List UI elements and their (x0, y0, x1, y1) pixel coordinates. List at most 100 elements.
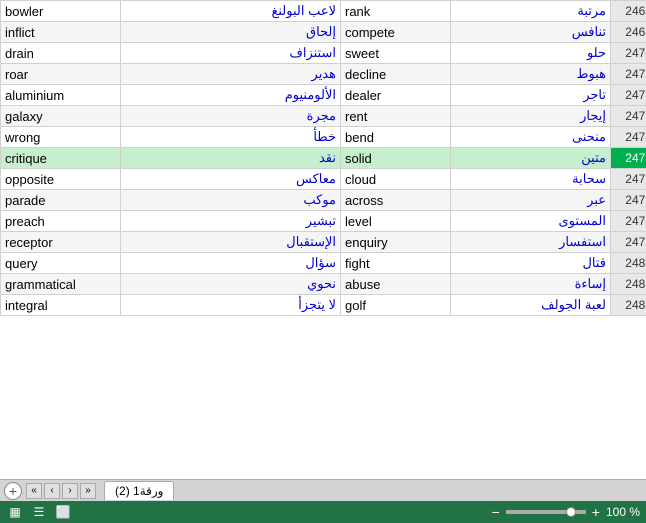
arabic-translation-2[interactable]: منحنى (451, 127, 611, 148)
english-word-2[interactable]: cloud (341, 169, 451, 190)
arabic-translation[interactable]: معاكس (121, 169, 341, 190)
nav-left-left-arrow[interactable]: « (26, 483, 42, 499)
zoom-slider-thumb[interactable] (566, 507, 576, 517)
arabic-translation[interactable]: نحوي (121, 274, 341, 295)
row-number: 2468 (611, 1, 646, 22)
arabic-translation[interactable]: موكب (121, 190, 341, 211)
table-row: wrongخطأًbendمنحنى2474 (1, 127, 646, 148)
arabic-translation-2[interactable]: المستوى (451, 211, 611, 232)
row-number: 2478 (611, 211, 646, 232)
arabic-translation-2[interactable]: مرتبة (451, 1, 611, 22)
row-number: 2475 (611, 148, 646, 169)
arabic-translation[interactable]: إلحاق (121, 22, 341, 43)
english-word-2[interactable]: rent (341, 106, 451, 127)
arabic-translation[interactable]: لا يتجزأ (121, 295, 341, 316)
english-word[interactable]: drain (1, 43, 121, 64)
arabic-translation-2[interactable]: سحابة (451, 169, 611, 190)
arabic-translation-2[interactable]: استفسار (451, 232, 611, 253)
zoom-in-button[interactable]: + (590, 504, 602, 520)
table-row: preachتبشيرlevelالمستوى2478 (1, 211, 646, 232)
arabic-translation-2[interactable]: حلو (451, 43, 611, 64)
english-word-2[interactable]: sweet (341, 43, 451, 64)
english-word[interactable]: critique (1, 148, 121, 169)
english-word-2[interactable]: level (341, 211, 451, 232)
arabic-translation[interactable]: سؤال (121, 253, 341, 274)
english-word[interactable]: galaxy (1, 106, 121, 127)
row-number: 2471 (611, 64, 646, 85)
table-row: critiqueنقدsolidمتين2475 (1, 148, 646, 169)
arabic-translation[interactable]: الألومنيوم (121, 85, 341, 106)
english-word[interactable]: integral (1, 295, 121, 316)
english-word-2[interactable]: rank (341, 1, 451, 22)
row-number: 2472 (611, 85, 646, 106)
zoom-out-button[interactable]: − (490, 504, 502, 520)
english-word[interactable]: roar (1, 64, 121, 85)
english-word-2[interactable]: fight (341, 253, 451, 274)
row-number: 2473 (611, 106, 646, 127)
english-word[interactable]: grammatical (1, 274, 121, 295)
english-word[interactable]: parade (1, 190, 121, 211)
sheet-tab[interactable]: ورقة1 (2) (104, 481, 174, 500)
english-word-2[interactable]: dealer (341, 85, 451, 106)
arabic-translation-2[interactable]: عبر (451, 190, 611, 211)
table-row: paradeموكبacrossعبر2477 (1, 190, 646, 211)
english-word[interactable]: aluminium (1, 85, 121, 106)
sheet-tab-bar: + « ‹ › » ورقة1 (2) (0, 479, 646, 501)
spreadsheet-table: bowlerلاعب البولنغrankمرتبة2468inflictإل… (0, 0, 646, 479)
row-number: 2474 (611, 127, 646, 148)
arabic-translation-2[interactable]: إساءة (451, 274, 611, 295)
arabic-translation[interactable]: تبشير (121, 211, 341, 232)
english-word[interactable]: receptor (1, 232, 121, 253)
table-row: queryسؤالfightقتال2480 (1, 253, 646, 274)
nav-right-right-arrow[interactable]: » (80, 483, 96, 499)
table-row: grammaticalنحويabuseإساءة2481 (1, 274, 646, 295)
nav-left-arrow[interactable]: ‹ (44, 483, 60, 499)
table-icon[interactable]: ☰ (30, 503, 48, 521)
row-number: 2477 (611, 190, 646, 211)
row-number: 2469 (611, 22, 646, 43)
arabic-translation[interactable]: مجرة (121, 106, 341, 127)
status-icons: ▦ ☰ ⬜ (6, 503, 72, 521)
row-number: 2480 (611, 253, 646, 274)
english-word[interactable]: query (1, 253, 121, 274)
english-word-2[interactable]: golf (341, 295, 451, 316)
arabic-translation[interactable]: نقد (121, 148, 341, 169)
english-word-2[interactable]: solid (341, 148, 451, 169)
arabic-translation[interactable]: هدير (121, 64, 341, 85)
arabic-translation-2[interactable]: هبوط (451, 64, 611, 85)
english-word[interactable]: bowler (1, 1, 121, 22)
row-number: 2470 (611, 43, 646, 64)
arabic-translation[interactable]: لاعب البولنغ (121, 1, 341, 22)
english-word[interactable]: inflict (1, 22, 121, 43)
nav-right-arrow[interactable]: › (62, 483, 78, 499)
zoom-bar: − + 100 % (490, 504, 640, 520)
table-row: integralلا يتجزأgolfلعبة الجولف2482 (1, 295, 646, 316)
english-word[interactable]: wrong (1, 127, 121, 148)
english-word-2[interactable]: across (341, 190, 451, 211)
arabic-translation[interactable]: خطأً (121, 127, 341, 148)
arabic-translation-2[interactable]: تنافس (451, 22, 611, 43)
page-icon[interactable]: ⬜ (54, 503, 72, 521)
arabic-translation[interactable]: الإستقبال (121, 232, 341, 253)
table-row: bowlerلاعب البولنغrankمرتبة2468 (1, 1, 646, 22)
grid-icon[interactable]: ▦ (6, 503, 24, 521)
english-word[interactable]: preach (1, 211, 121, 232)
english-word-2[interactable]: decline (341, 64, 451, 85)
arabic-translation-2[interactable]: متين (451, 148, 611, 169)
table-row: receptorالإستقبالenquiryاستفسار2479 (1, 232, 646, 253)
english-word-2[interactable]: bend (341, 127, 451, 148)
english-word[interactable]: opposite (1, 169, 121, 190)
english-word-2[interactable]: abuse (341, 274, 451, 295)
english-word-2[interactable]: compete (341, 22, 451, 43)
table-row: galaxyمجرةrentإيجار2473 (1, 106, 646, 127)
arabic-translation-2[interactable]: لعبة الجولف (451, 295, 611, 316)
add-sheet-button[interactable]: + (4, 482, 22, 500)
row-number: 2476 (611, 169, 646, 190)
arabic-translation-2[interactable]: إيجار (451, 106, 611, 127)
zoom-slider[interactable] (506, 510, 586, 514)
english-word-2[interactable]: enquiry (341, 232, 451, 253)
arabic-translation-2[interactable]: تاجر (451, 85, 611, 106)
arabic-translation[interactable]: استنزاف (121, 43, 341, 64)
sheet-nav-arrows: « ‹ › » (26, 483, 96, 499)
arabic-translation-2[interactable]: قتال (451, 253, 611, 274)
